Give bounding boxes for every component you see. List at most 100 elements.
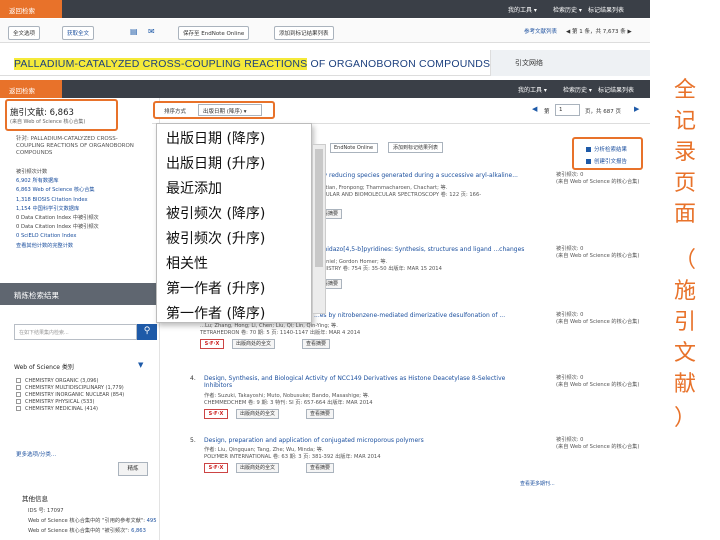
my-tools-menu[interactable]: 我的工具 <box>508 5 537 14</box>
sfx-button[interactable]: S·F·X <box>200 338 224 349</box>
db-count-scielo[interactable]: 0 SciELO Citation Index <box>16 232 156 241</box>
record-title-link[interactable]: ...imidazo[4,5-b]pyridines: Synthesis, s… <box>314 246 544 253</box>
sort-option-first-author-asc[interactable]: 第一作者 (升序) <box>166 278 265 298</box>
page-total: 页，共 687 页 <box>585 109 621 115</box>
record-authors: 作者: Liu, Qingquan; Tang, Zhe; Wu, Minda;… <box>204 447 324 454</box>
cited-references-link[interactable]: 495 <box>147 518 157 524</box>
record-item: 5. Design, preparation and application o… <box>190 437 534 474</box>
sfx-button[interactable]: S·F·X <box>204 462 228 473</box>
refine-search-input[interactable]: 在如下结果集内检索... <box>14 324 137 340</box>
category-item[interactable]: CHEMISTRY MEDICINAL (414) <box>16 405 156 413</box>
db-count-dci-1: 0 Data Citation Index 中被引频次 <box>16 215 99 222</box>
scrollbar-thumb[interactable] <box>315 149 323 267</box>
annotation-char: 页 <box>674 171 697 196</box>
wos-category-title[interactable]: Web of Science 类别 <box>14 362 74 371</box>
citation-network-tab[interactable]: 引文网络 <box>490 50 650 76</box>
times-cited: 被引频次: 0 (来自 Web of Science 的核心合集) <box>556 172 640 185</box>
page-number-input[interactable]: 1 <box>555 104 580 116</box>
checkbox[interactable] <box>16 398 21 404</box>
record-authors: ...Daniel; Gordon Homer; 等. <box>314 259 388 266</box>
times-cited-link[interactable]: 6,863 <box>131 528 146 534</box>
more-options-link[interactable]: 更多选项/分类... <box>16 450 56 458</box>
record-number: 5. <box>190 437 196 444</box>
add-to-marked-list-button[interactable]: 添加到标记结果列表 <box>274 26 334 40</box>
results-back-to-search-button[interactable]: 返回检索 <box>0 80 62 98</box>
search-history-link[interactable]: 检索历史 <box>553 5 582 14</box>
record-title-link[interactable]: ...by reducing species generated during … <box>314 172 544 179</box>
annotation-char: 全 <box>674 78 697 103</box>
ids-number: IDS 号: 17097 <box>28 508 64 514</box>
refine-button[interactable]: 精炼 <box>118 462 148 476</box>
refine-panel-header[interactable]: 精炼检索结果 <box>0 283 160 305</box>
category-item[interactable]: CHEMISTRY PHYSICAL (533) <box>16 398 156 406</box>
annotation-char: 录 <box>674 140 697 165</box>
prev-page-icon[interactable]: ◀ <box>532 105 537 113</box>
annotation-char: （ <box>674 248 697 273</box>
category-item[interactable]: CHEMISTRY MULTIDISCIPLINARY (1,779) <box>16 384 156 392</box>
publisher-full-text-button[interactable]: 出版商处的全文 <box>236 462 280 473</box>
sort-option-date-asc[interactable]: 出版日期 (升序) <box>166 153 265 173</box>
publisher-full-text-button[interactable]: 出版商处的全文 <box>232 338 276 349</box>
view-all-counts-link[interactable]: 查看其他计数的完整计数 <box>16 242 156 251</box>
sort-option-recently-added[interactable]: 最近添加 <box>166 178 222 198</box>
results-marked-list-link[interactable]: 标记结果列表 <box>598 85 634 94</box>
category-item[interactable]: CHEMISTRY INORGANIC NUCLEAR (854) <box>16 391 156 399</box>
marked-list-link[interactable]: 标记结果列表 <box>588 5 624 14</box>
record-pager[interactable]: ◀ 第 1 条，共 7,673 条 ▶ <box>566 27 632 35</box>
sort-option-relevance[interactable]: 相关性 <box>166 253 208 273</box>
refine-search-button[interactable]: ⚲ <box>137 324 157 340</box>
results-search-history-link[interactable]: 检索历史 <box>563 85 592 94</box>
add-to-marked-button[interactable]: 添加到标记结果列表 <box>388 142 444 153</box>
record-title-link[interactable]: Design, preparation and application of c… <box>204 437 534 444</box>
database-counts-list: 被引频次计数 6,902 所有数据库 6,863 Web of Science … <box>16 168 156 251</box>
save-to-endnote-select[interactable]: 保存至 EndNote Online <box>178 26 250 40</box>
record-title-link[interactable]: Design, Synthesis, and Biological Activi… <box>204 375 534 389</box>
view-abstract-button[interactable]: 查看摘要 <box>302 338 331 349</box>
view-abstract-button[interactable]: 查看摘要 <box>306 409 335 419</box>
screen: 返回检索 我的工具 检索历史 标记结果列表 全文选项 获取全文 ▤ ✉ 保存至 … <box>0 0 650 540</box>
email-icon[interactable]: ✉ <box>148 27 155 36</box>
page-annotation: 全 记 录 页 面 （ 施 引 文 献 ） <box>668 80 708 440</box>
record-source: CHEMMEDCHEM 卷: 9 期: 3 特刊: SI 页: 657-664 … <box>204 400 373 407</box>
sort-dropdown-menu: 出版日期 (降序) 出版日期 (升序) 最近添加 被引频次 (降序) 被引频次 … <box>156 123 312 323</box>
checkbox[interactable] <box>16 384 21 390</box>
annotation-char: 面 <box>674 202 697 227</box>
sort-select[interactable]: 出版日期 (降序) ▾ <box>198 104 262 116</box>
publisher-full-text-button[interactable]: 出版商处的全文 <box>236 409 280 419</box>
results-my-tools-menu[interactable]: 我的工具 <box>518 85 547 94</box>
reference-list-link[interactable]: 参考文献列表 <box>524 27 557 35</box>
back-to-search-button[interactable]: 返回检索 <box>0 0 62 18</box>
db-count-all[interactable]: 6,902 所有数据库 <box>16 177 156 186</box>
other-info-title: 其他信息 <box>22 495 48 503</box>
db-count-wos-core[interactable]: 6,863 Web of Science 核心合集 <box>16 186 156 195</box>
more-journals-link[interactable]: 查看更多期刊... <box>520 480 555 487</box>
bar-chart-icon <box>586 147 591 152</box>
other-info-list: IDS 号: 17097 Web of Science 核心合集中的 "引用的参… <box>28 506 178 536</box>
citation-report-link[interactable]: 创建引文报告 <box>586 157 627 165</box>
full-text-options-button[interactable]: 全文选项 <box>8 26 41 40</box>
checkbox[interactable] <box>16 378 21 383</box>
print-icon[interactable]: ▤ <box>130 27 138 36</box>
get-full-text-button[interactable]: 获取全文 <box>62 26 95 40</box>
view-abstract-button[interactable]: 查看摘要 <box>306 462 335 473</box>
db-count-cscd[interactable]: 1,154 中国科学引文数据库 <box>16 205 156 214</box>
sort-option-date-desc[interactable]: 出版日期 (降序) <box>166 128 265 148</box>
checkbox[interactable] <box>16 391 21 397</box>
checkbox[interactable] <box>16 405 21 411</box>
sort-option-cited-asc[interactable]: 被引频次 (升序) <box>166 228 265 248</box>
record-title: PALLADIUM-CATALYZED CROSS-COUPLING REACT… <box>14 58 490 70</box>
sfx-button[interactable]: S·F·X <box>204 409 228 419</box>
cited-references-count: Web of Science 核心合集中的 "引用的参考文献": 495 <box>28 518 157 524</box>
dropdown-scrollbar[interactable] <box>312 144 326 314</box>
chevron-down-icon[interactable]: ▼ <box>138 361 143 369</box>
save-to-select[interactable]: EndNote Online <box>330 143 378 153</box>
analyze-results-link[interactable]: 分析检索结果 <box>586 145 627 153</box>
db-count-biosis[interactable]: 1,318 BIOSIS Citation Index <box>16 196 156 205</box>
sort-option-cited-desc[interactable]: 被引频次 (降序) <box>166 203 265 223</box>
category-item[interactable]: CHEMISTRY ORGANIC (3,096) <box>16 378 156 385</box>
next-page-icon[interactable]: ▶ <box>634 105 639 113</box>
annotation-char: 文 <box>674 341 697 366</box>
db-count-dci-2: 0 Data Citation Index 中被引频次 <box>16 224 99 231</box>
sort-option-first-author-desc[interactable]: 第一作者 (降序) <box>166 303 265 323</box>
record-item: ...by reducing species generated during … <box>314 172 544 220</box>
